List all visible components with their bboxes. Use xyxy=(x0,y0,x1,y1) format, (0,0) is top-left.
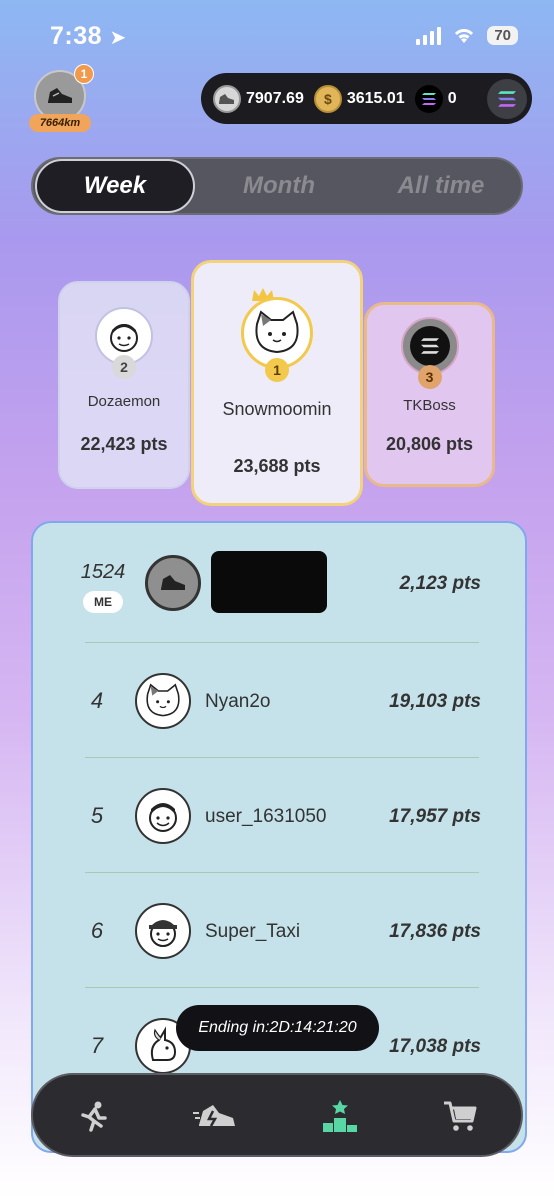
gold-coin-icon: $ xyxy=(313,84,342,113)
running-icon xyxy=(81,1101,107,1132)
row-rank: 7 xyxy=(90,1033,104,1058)
podium-name: Snowmoomin xyxy=(222,399,332,419)
me-badge: ME xyxy=(83,591,123,613)
solana-icon xyxy=(498,91,516,107)
rank-2-medal: 2 xyxy=(112,355,136,379)
shoe-icon xyxy=(48,88,72,103)
row-points: 17,836 pts xyxy=(389,921,481,942)
table-row[interactable]: 5 user_1631050 17,957 pts xyxy=(33,758,525,874)
my-rank-row[interactable]: 1524 ME ro 2,123 pts xyxy=(33,523,525,639)
redacted-username xyxy=(211,551,327,613)
battery-indicator: 70 xyxy=(487,26,518,45)
status-icons: 70 xyxy=(416,26,518,45)
row-rank: 1524 xyxy=(80,561,126,583)
wifi-icon xyxy=(455,28,474,43)
shoe-token-balance: 7907.69 xyxy=(246,89,304,107)
row-name: Super_Taxi xyxy=(205,921,301,942)
tab-week[interactable]: Week xyxy=(35,159,195,213)
podium-card-rank-3[interactable]: 3 TKBoss 20,806 pts xyxy=(364,302,495,487)
tab-all-time[interactable]: All time xyxy=(361,159,521,213)
notification-badge: 1 xyxy=(74,64,94,84)
nav-run[interactable] xyxy=(71,1093,117,1139)
tab-month[interactable]: Month xyxy=(199,159,359,213)
row-name: user_1631050 xyxy=(205,806,327,827)
solana-menu-button[interactable] xyxy=(487,79,527,119)
sneaker-icon xyxy=(193,1105,235,1127)
podium-card-rank-2[interactable]: 2 Dozaemon 22,423 pts xyxy=(58,281,190,489)
table-row[interactable]: 6 Super_Taxi 17,836 pts xyxy=(33,873,525,989)
podium-name: TKBoss xyxy=(403,397,456,414)
row-points: 2,123 pts xyxy=(399,573,481,594)
row-rank: 6 xyxy=(90,918,104,943)
gold-coin-balance: 3615.01 xyxy=(346,89,405,107)
cap-boy-avatar xyxy=(135,903,191,959)
podium-points: 23,688 pts xyxy=(233,456,321,476)
nav-leaderboard[interactable] xyxy=(317,1093,363,1139)
ending-countdown: Ending in:2D:14:21:20 xyxy=(176,1005,379,1051)
period-tabs: Week Month All time xyxy=(31,157,523,215)
distance-badge: 7664km xyxy=(29,114,91,132)
podium-points: 22,423 pts xyxy=(80,434,168,454)
row-points: 17,038 pts xyxy=(389,1036,481,1057)
row-rank: 5 xyxy=(90,803,104,828)
nav-sneakers[interactable] xyxy=(193,1093,239,1139)
solana-icon xyxy=(420,338,439,354)
rank-3-medal: 3 xyxy=(417,365,442,389)
nav-shop[interactable] xyxy=(437,1093,483,1139)
row-points: 19,103 pts xyxy=(389,691,481,712)
solana-avatar: 3 xyxy=(400,317,459,389)
status-time: 7:38 ➤ xyxy=(50,22,127,50)
bottom-nav xyxy=(31,1073,523,1157)
cart-icon xyxy=(444,1101,477,1131)
solana-icon xyxy=(414,84,443,113)
leaderboard-icon xyxy=(323,1100,357,1132)
row-rank: 4 xyxy=(90,688,104,713)
wallet-bar[interactable]: 7907.69 $ 3615.01 0 xyxy=(201,73,532,124)
podium-card-rank-1[interactable]: 1 Snowmoomin 23,688 pts xyxy=(191,260,363,506)
cat-avatar: 1 xyxy=(241,297,313,382)
rank-1-medal: 1 xyxy=(265,358,289,382)
podium-points: 20,806 pts xyxy=(385,434,474,454)
table-row[interactable]: 4 Nyan2o 19,103 pts xyxy=(33,643,525,759)
solana-balance: 0 xyxy=(447,89,457,107)
podium-name: Dozaemon xyxy=(87,393,161,410)
leaderboard-panel: 1524 ME ro 2,123 pts 4 Nyan2o 19,103 pts… xyxy=(31,521,527,1153)
row-name: Nyan2o xyxy=(205,691,271,712)
shoe-avatar xyxy=(145,555,201,611)
cat-avatar xyxy=(135,673,191,729)
signal-icon xyxy=(416,26,442,45)
row-points: 17,957 pts xyxy=(389,806,481,827)
shoe-token-icon xyxy=(213,84,241,113)
boy-avatar xyxy=(135,788,191,844)
boy-avatar: 2 xyxy=(95,307,153,379)
